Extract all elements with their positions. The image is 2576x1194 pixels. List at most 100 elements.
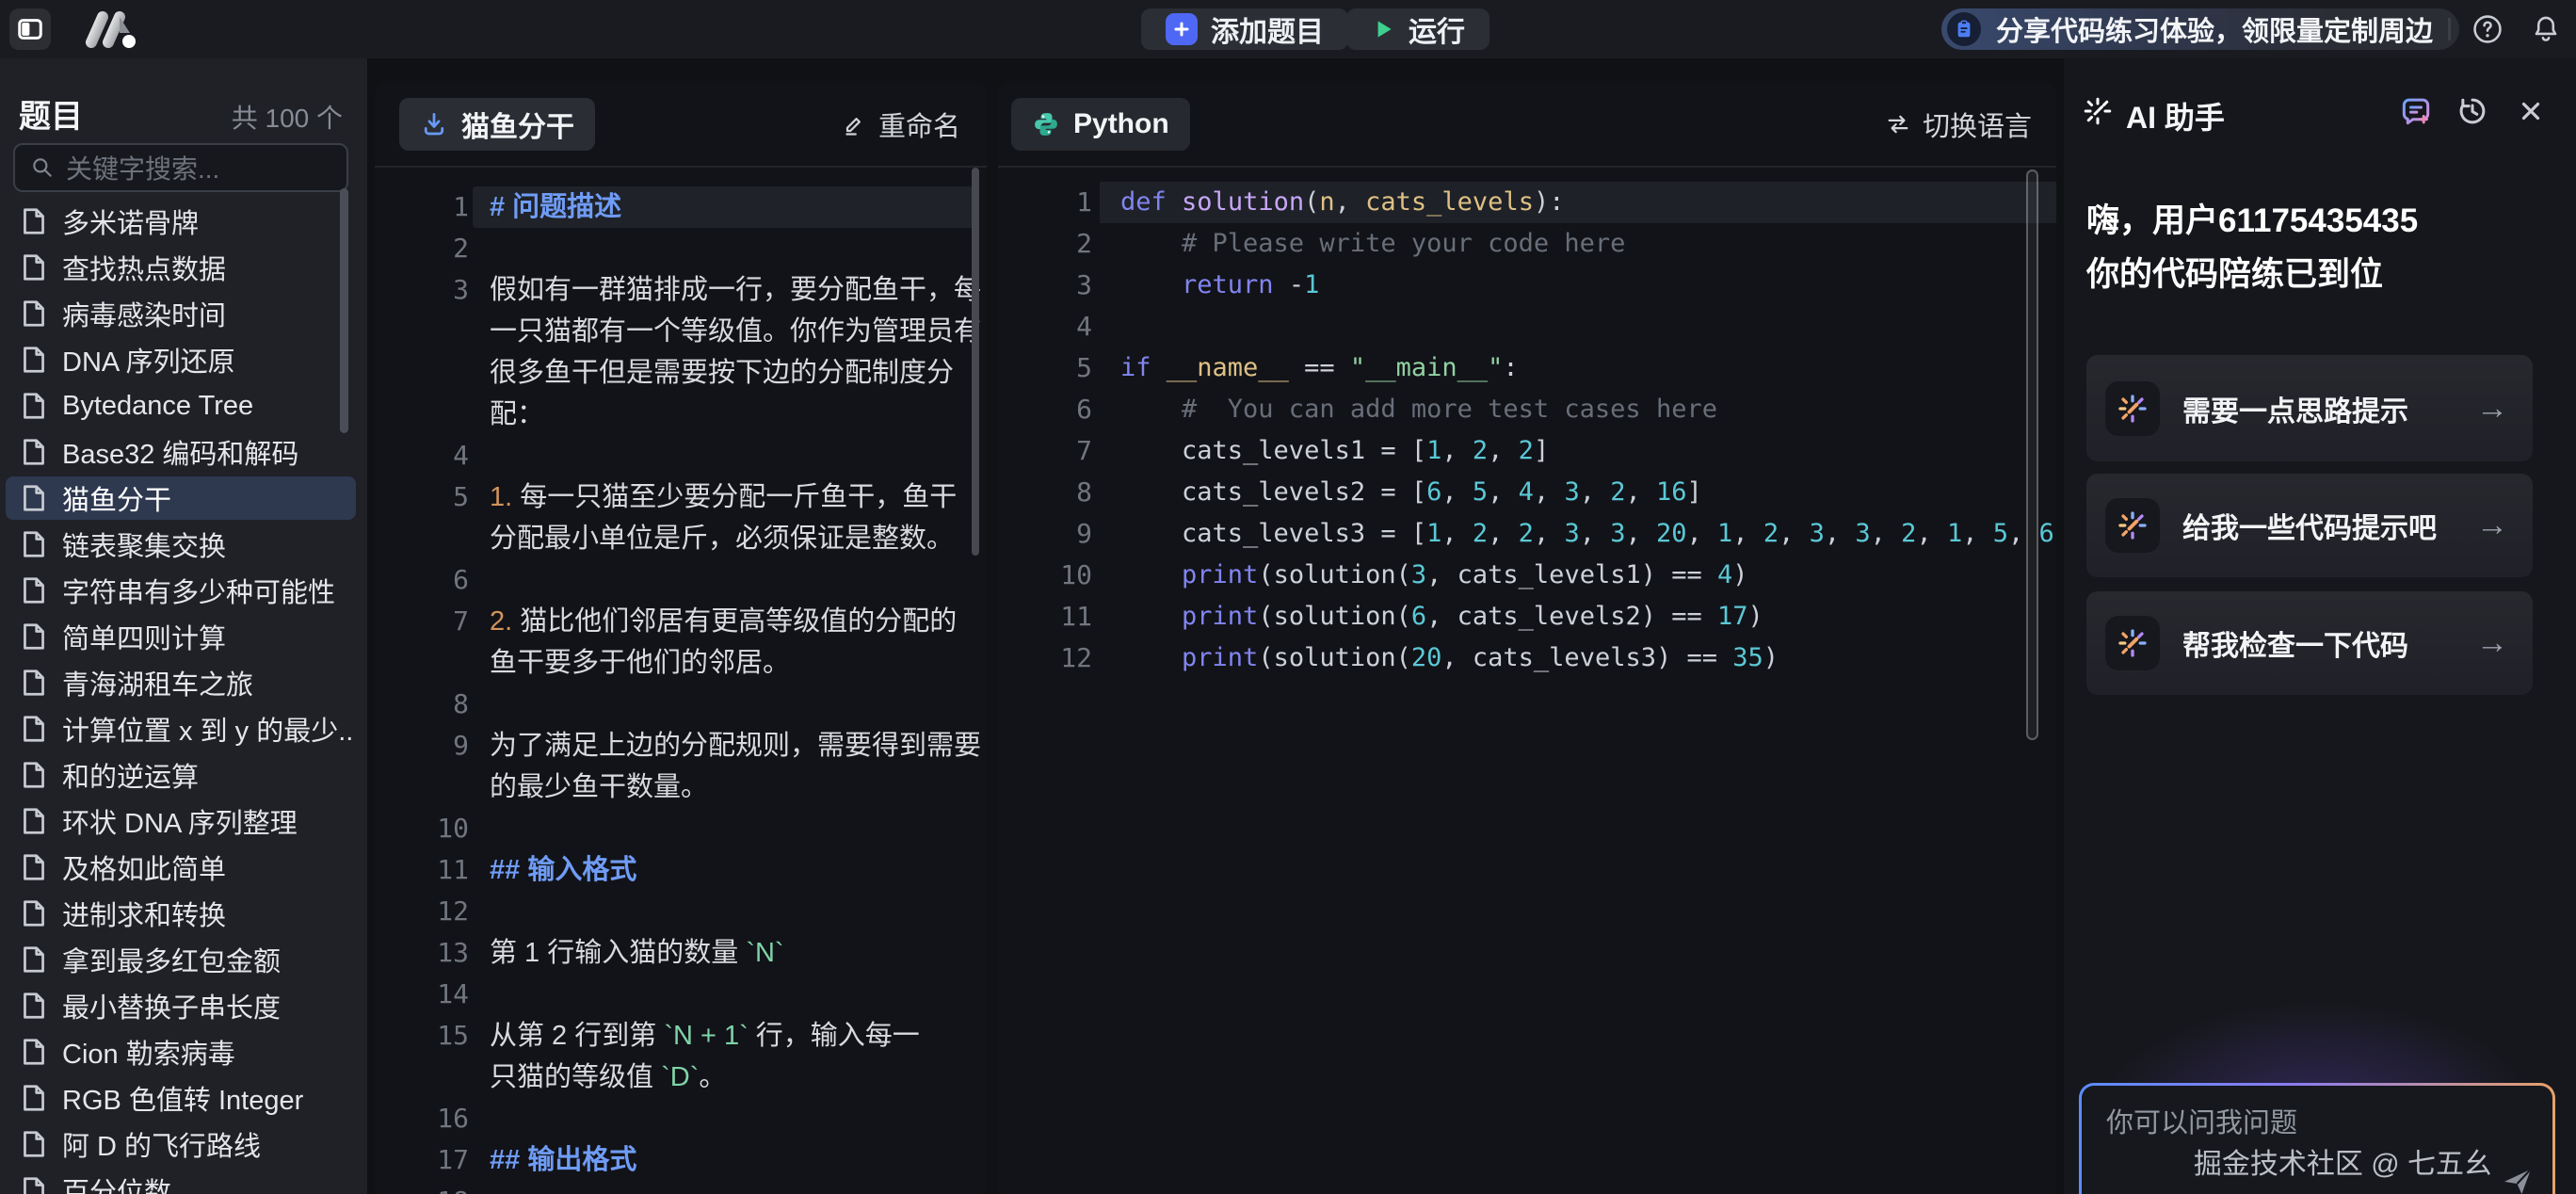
- line-content: 的最少鱼干数量。: [490, 766, 708, 808]
- python-icon: [1032, 110, 1060, 138]
- editor-line: 13第 1 行输入猫的数量 `N`: [375, 932, 987, 974]
- problem-scrollbar[interactable]: [972, 168, 979, 556]
- code-scrollbar[interactable]: [2026, 169, 2038, 740]
- sparkle-icon: [2077, 90, 2118, 132]
- sidebar-item[interactable]: 字符串有多少种可能性: [6, 569, 356, 612]
- document-icon: [21, 853, 47, 881]
- sidebar-item[interactable]: 猫鱼分干: [6, 476, 356, 520]
- ai-suggestion-card[interactable]: 帮我检查一下代码→: [2086, 591, 2533, 695]
- ai-suggestion-card[interactable]: 给我一些代码提示吧→: [2086, 474, 2533, 577]
- line-number: 16: [375, 1098, 469, 1139]
- sidebar-item[interactable]: 最小替换子串长度: [6, 984, 356, 1027]
- line-content: 为了满足上边的分配规则，需要得到需要: [490, 725, 981, 766]
- sidebar-item[interactable]: 病毒感染时间: [6, 292, 356, 335]
- editor-line: 8: [375, 684, 987, 725]
- problem-tab[interactable]: 猫鱼分干: [399, 98, 595, 151]
- editor-line: 14: [375, 974, 987, 1015]
- sidebar-item[interactable]: Cion 勒索病毒: [6, 1030, 356, 1073]
- rename-button[interactable]: 重命名: [841, 100, 960, 149]
- sidebar-item[interactable]: 链表聚集交换: [6, 523, 356, 566]
- sidebar-item[interactable]: 及格如此简单: [6, 846, 356, 889]
- line-number: 11: [375, 849, 469, 891]
- line-content: # You can add more test cases here: [1120, 389, 1717, 430]
- ai-chat-input[interactable]: 你可以问我问题 掘金技术社区 @ 七五幺: [2079, 1083, 2555, 1194]
- sidebar-item[interactable]: 进制求和转换: [6, 892, 356, 935]
- line-number: 8: [998, 472, 1092, 513]
- line-number: 9: [998, 513, 1092, 555]
- document-icon: [21, 253, 47, 282]
- run-button[interactable]: 运行: [1346, 8, 1489, 50]
- sidebar-item-label: 查找热点数据: [62, 248, 226, 287]
- code-editor[interactable]: 1def solution(n, cats_levels):2 # Please…: [998, 182, 2056, 1189]
- ai-suggestion-card[interactable]: 需要一点思路提示→: [2086, 355, 2533, 461]
- line-content: cats_levels1 = [1, 2, 2]: [1120, 430, 1549, 472]
- add-problem-button[interactable]: 添加题目: [1141, 8, 1348, 50]
- sidebar-title: 题目: [19, 90, 83, 137]
- line-number: 10: [375, 808, 469, 849]
- sidebar-item[interactable]: 阿 D 的飞行路线: [6, 1122, 356, 1166]
- line-number: 7: [375, 601, 469, 642]
- editor-line: 51. 每一只猫至少要分配一斤鱼干，鱼干: [375, 476, 987, 518]
- sidebar-toggle-button[interactable]: [9, 8, 51, 50]
- line-number: 4: [998, 306, 1092, 347]
- sidebar-scrollbar[interactable]: [340, 188, 348, 433]
- sidebar-item[interactable]: RGB 色值转 Integer: [6, 1076, 356, 1120]
- line-content: cats_levels3 = [1, 2, 2, 3, 3, 20, 1, 2,…: [1120, 513, 2054, 555]
- editor-line: 12: [375, 891, 987, 932]
- ai-input-placeholder: 你可以问我问题: [2106, 1101, 2297, 1140]
- sidebar-item[interactable]: 计算位置 x 到 y 的最少...: [6, 707, 356, 750]
- new-chat-icon[interactable]: [2395, 90, 2437, 132]
- language-tab[interactable]: Python: [1011, 98, 1190, 151]
- panel-icon: [16, 15, 44, 43]
- document-icon: [21, 299, 47, 328]
- sidebar-item-label: 病毒感染时间: [62, 294, 226, 333]
- sidebar-item[interactable]: 百分位数: [6, 1169, 356, 1194]
- editor-line: 1# 问题描述: [375, 186, 987, 228]
- problem-sidebar: 题目 共 100 个 关键字搜索... 多米诺骨牌查找热点数据病毒感染时间 DNA…: [0, 58, 367, 1194]
- sidebar-item[interactable]: 拿到最多红包金额: [6, 938, 356, 981]
- ai-panel-title: AI 助手: [2126, 94, 2225, 137]
- sidebar-item[interactable]: 环状 DNA 序列整理: [6, 799, 356, 843]
- history-icon[interactable]: [2452, 90, 2493, 132]
- document-icon: [21, 761, 47, 789]
- sidebar-item-label: 链表聚集交换: [62, 524, 226, 564]
- sidebar-item[interactable]: 和的逆运算: [6, 753, 356, 797]
- app-root: 添加题目 运行 分享代码练习体验，领限量定制周边 题目 共 100 个: [0, 0, 2576, 1194]
- topbar-divider: [2448, 18, 2451, 40]
- send-icon[interactable]: [2498, 1161, 2537, 1194]
- search-icon: [30, 155, 55, 180]
- sidebar-item[interactable]: Bytedance Tree: [6, 384, 356, 428]
- line-number: 5: [375, 476, 469, 518]
- editor-line: 只猫的等级值 `D`。: [375, 1057, 987, 1098]
- editor-line: 分配最小单位是斤，必须保证是整数。: [375, 518, 987, 559]
- sidebar-item[interactable]: 简单四则计算: [6, 615, 356, 658]
- switch-language-button[interactable]: 切换语言: [1885, 100, 2032, 149]
- sidebar-item[interactable]: 青海湖租车之旅: [6, 661, 356, 704]
- sidebar-item[interactable]: DNA 序列还原: [6, 338, 356, 381]
- close-icon[interactable]: [2510, 90, 2552, 132]
- ai-greeting-line1: 嗨，用户61175435435: [2086, 194, 2418, 248]
- promo-banner[interactable]: 分享代码练习体验，领限量定制周边: [1941, 8, 2459, 50]
- sidebar-item-label: 和的逆运算: [62, 755, 199, 795]
- sidebar-item[interactable]: 多米诺骨牌: [6, 200, 356, 243]
- document-icon: [21, 392, 47, 420]
- line-number: 2: [375, 228, 469, 269]
- sidebar-item[interactable]: Base32 编码和解码: [6, 430, 356, 474]
- sidebar-item-label: 青海湖租车之旅: [62, 663, 253, 702]
- help-icon[interactable]: [2467, 8, 2508, 50]
- sidebar-item[interactable]: 查找热点数据: [6, 246, 356, 289]
- problem-count: 共 100 个: [232, 98, 343, 136]
- editor-line: 10: [375, 808, 987, 849]
- ai-suggestion-label: 需要一点思路提示: [2182, 388, 2408, 429]
- app-logo[interactable]: [81, 8, 143, 50]
- bell-icon[interactable]: [2525, 8, 2567, 50]
- editor-line: 17## 输出格式: [375, 1139, 987, 1181]
- sidebar-item-label: DNA 序列还原: [62, 340, 235, 379]
- line-content: cats_levels2 = [6, 5, 4, 3, 2, 16]: [1120, 472, 1702, 513]
- problem-editor[interactable]: 1# 问题描述23假如有一群猫排成一行，要分配鱼干，每一只猫都有一个等级值。你作…: [375, 186, 987, 1194]
- arrow-right-icon: →: [2476, 508, 2508, 544]
- play-icon: [1371, 17, 1395, 41]
- editor-line: 一只猫都有一个等级值。你作为管理员有: [375, 311, 987, 352]
- search-input[interactable]: 关键字搜索...: [13, 143, 348, 192]
- sidebar-item-label: RGB 色值转 Integer: [62, 1078, 303, 1118]
